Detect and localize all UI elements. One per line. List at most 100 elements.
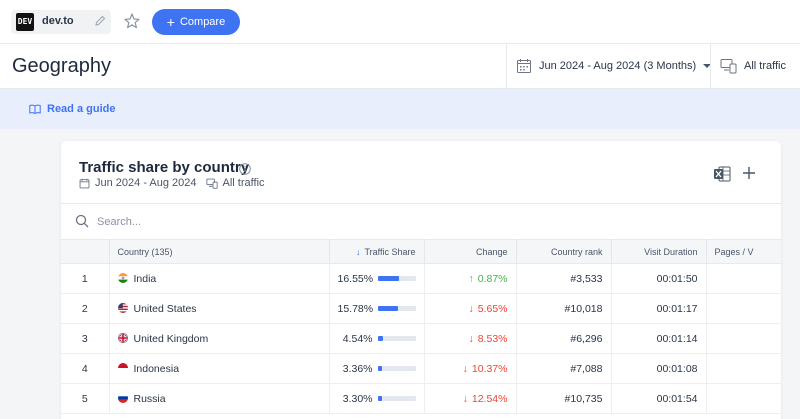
table-row[interactable]: 5 Russia 3.30% ↓ 12.54% #10,735 00:01:54 <box>61 383 781 414</box>
search-icon <box>75 214 89 228</box>
column-header-duration[interactable]: Visit Duration <box>611 239 707 264</box>
share-bar <box>377 336 416 341</box>
site-logo: DEV <box>16 13 34 31</box>
row-number: 3 <box>61 323 110 354</box>
column-header-country[interactable]: Country (135) <box>109 239 330 264</box>
traffic-filter[interactable]: All traffic <box>720 58 786 74</box>
column-header-num <box>61 239 110 264</box>
column-header-change[interactable]: Change <box>424 239 517 264</box>
column-header-share-label: Traffic Share <box>364 246 416 257</box>
uk-flag-icon <box>117 332 128 343</box>
us-flag-icon <box>117 302 128 313</box>
share-bar-fill <box>377 396 382 401</box>
table-body: 1 India 16.55% ↑ 0.87% #3,533 00:01:50 2 United … <box>61 263 781 414</box>
devices-icon <box>205 178 218 189</box>
book-icon <box>29 104 41 114</box>
table-row[interactable]: 4 Indonesia 3.36% ↓ 10.37% #7,088 00:01:08 <box>61 353 781 384</box>
share-bar <box>377 396 416 401</box>
column-header-share[interactable]: ↓ Traffic Share <box>329 239 425 264</box>
share-cell: 3.30% <box>329 383 425 414</box>
share-bar-fill <box>377 336 384 341</box>
divider <box>710 44 711 89</box>
add-icon[interactable] <box>741 165 757 181</box>
row-number: 5 <box>61 383 110 414</box>
pages-cell <box>706 324 781 354</box>
country-name: United Kingdom <box>133 332 209 345</box>
change-value: 0.87% <box>477 272 508 285</box>
info-icon[interactable] <box>239 163 251 175</box>
table-row[interactable]: 3 United Kingdom 4.54% ↓ 8.53% #6,296 00:01:14 <box>61 323 781 354</box>
card-title: Traffic share by country <box>79 159 250 176</box>
country-cell[interactable]: Indonesia <box>109 353 330 384</box>
card-date: Jun 2024 - Aug 2024 <box>95 177 197 189</box>
pages-cell <box>706 264 781 294</box>
country-cell[interactable]: India <box>109 263 330 294</box>
rank-cell: #6,296 <box>516 323 612 354</box>
card-subtitle: Jun 2024 - Aug 2024 All traffic <box>79 177 265 189</box>
plus-icon: + <box>166 14 175 30</box>
rank-cell: #10,735 <box>516 383 612 414</box>
arrow-down-icon: ↓ <box>462 362 468 375</box>
country-name: United States <box>133 302 197 315</box>
table-row[interactable]: 2 United States 15.78% ↓ 5.65% #10,018 00:01:1… <box>61 293 781 324</box>
rank-cell: #7,088 <box>516 353 612 384</box>
country-cell[interactable]: United States <box>109 293 330 324</box>
search-row <box>61 203 781 239</box>
share-bar <box>378 306 416 311</box>
column-header-pages[interactable]: Pages / V <box>706 239 781 264</box>
compare-button[interactable]: + Compare <box>152 9 240 35</box>
arrow-up-icon: ↑ <box>468 272 474 285</box>
site-name: dev.to <box>42 15 74 27</box>
pages-cell <box>706 384 781 414</box>
share-cell: 3.36% <box>329 353 425 384</box>
guide-bar: Read a guide <box>0 89 800 129</box>
divider <box>506 44 507 89</box>
change-value: 12.54% <box>471 392 508 405</box>
duration-cell: 00:01:54 <box>611 383 707 414</box>
india-flag-icon <box>117 272 128 283</box>
country-table: Country (135) ↓ Traffic Share Change Coun… <box>61 239 781 414</box>
date-range-label: Jun 2024 - Aug 2024 (3 Months) <box>539 60 697 72</box>
change-value: 8.53% <box>477 332 508 345</box>
star-icon[interactable] <box>123 12 141 30</box>
excel-icon[interactable] <box>713 165 731 183</box>
rank-cell: #3,533 <box>516 263 612 294</box>
row-number: 4 <box>61 353 110 384</box>
duration-cell: 00:01:50 <box>611 263 707 294</box>
change-cell: ↓ 8.53% <box>424 323 517 354</box>
indonesia-flag-icon <box>117 362 128 373</box>
page-title: Geography <box>12 55 111 77</box>
country-cell[interactable]: United Kingdom <box>109 323 330 354</box>
share-bar-fill <box>377 366 382 371</box>
change-cell: ↑ 0.87% <box>424 263 517 294</box>
share-bar <box>378 276 416 281</box>
russia-flag-icon <box>117 392 128 403</box>
pencil-icon[interactable] <box>93 14 107 28</box>
rank-cell: #10,018 <box>516 293 612 324</box>
share-bar-fill <box>378 306 398 311</box>
column-header-rank[interactable]: Country rank <box>516 239 612 264</box>
read-guide-link[interactable]: Read a guide <box>29 103 115 115</box>
share-value: 3.36% <box>342 362 373 375</box>
date-range-picker[interactable]: Jun 2024 - Aug 2024 (3 Months) <box>516 58 712 74</box>
share-cell: 16.55% <box>329 263 425 294</box>
card-traffic: All traffic <box>222 177 265 189</box>
share-cell: 4.54% <box>329 323 425 354</box>
top-bar: DEV dev.to + Compare <box>0 0 800 44</box>
country-name: Indonesia <box>133 362 180 375</box>
site-chip[interactable]: DEV dev.to <box>11 10 111 34</box>
table-row[interactable]: 1 India 16.55% ↑ 0.87% #3,533 00:01:50 <box>61 263 781 294</box>
arrow-down-icon: ↓ <box>468 332 474 345</box>
page-header: Geography Jun 2024 - Aug 2024 (3 Months)… <box>0 44 800 89</box>
row-number: 1 <box>61 263 110 294</box>
country-cell[interactable]: Russia <box>109 383 330 414</box>
arrow-down-icon: ↓ <box>468 302 474 315</box>
share-value: 15.78% <box>337 302 374 315</box>
duration-cell: 00:01:14 <box>611 323 707 354</box>
devices-icon <box>720 59 737 74</box>
change-value: 10.37% <box>471 362 508 375</box>
share-value: 4.54% <box>342 332 373 345</box>
change-cell: ↓ 12.54% <box>424 383 517 414</box>
read-guide-label: Read a guide <box>47 103 116 115</box>
search-input[interactable] <box>97 212 397 232</box>
